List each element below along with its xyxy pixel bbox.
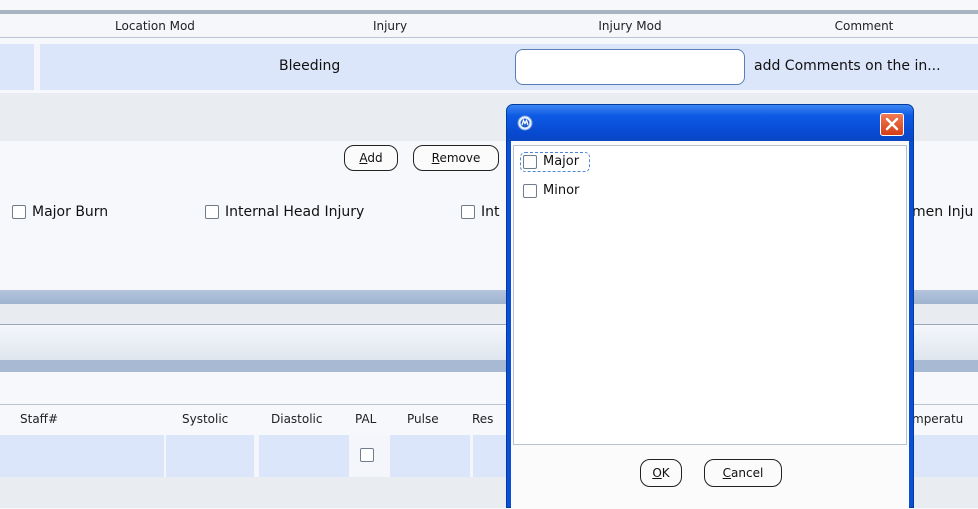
vitals-cell-pal [351,435,387,477]
app-logo-icon [517,115,533,131]
column-header-injury-mod[interactable]: Injury Mod [510,14,750,36]
checkbox-internal-head-injury[interactable]: Internal Head Injury [205,204,364,220]
vitals-cell-staff[interactable] [0,435,166,477]
checkbox-int[interactable]: Int [461,204,500,220]
options-list: Major Minor [513,145,907,445]
checkbox-label: men Inju [912,204,974,220]
injury-table-row[interactable]: Bleeding add Comments on the in... [0,44,978,90]
checkbox-label: Major Burn [32,204,109,220]
ok-label-rest: K [661,466,670,480]
ok-button[interactable]: OK [640,459,682,487]
vitals-header-resp[interactable]: Res [472,412,493,426]
column-header-location-mod[interactable]: Location Mod [40,14,270,36]
comment-value: add Comments on the in... [754,58,941,74]
checkbox-major-burn[interactable]: Major Burn [12,204,108,220]
checkbox-label: Internal Head Injury [225,204,365,220]
remove-label-rest: emove [439,151,481,165]
minor-checkbox[interactable] [523,184,537,198]
injury-mod-field[interactable] [515,49,745,85]
injury-table-header: Location Mod Injury Injury Mod Comment [0,14,978,38]
checkbox-box[interactable] [205,205,219,219]
ok-mnemonic: O [652,466,662,480]
column-header-injury[interactable]: Injury [270,14,510,36]
remove-button[interactable]: Remove [413,145,499,171]
vitals-header-pulse[interactable]: Pulse [407,412,439,426]
checkbox-label: Int [481,204,500,220]
vitals-header-staff[interactable]: Staff# [20,412,58,426]
pal-checkbox[interactable] [360,448,374,462]
injury-value: Bleeding [279,58,341,74]
vitals-header-diastolic[interactable]: Diastolic [271,412,323,426]
vitals-cell-pulse[interactable] [390,435,472,477]
vitals-cell-diastolic[interactable] [259,435,351,477]
checkbox-abdomen-injury-partial[interactable]: men Inju [912,204,973,220]
injury-mod-dialog[interactable]: Major Minor OK Cancel [506,104,914,509]
option-major[interactable]: Major [520,152,590,172]
close-button[interactable] [880,113,904,136]
major-label: Major [543,154,580,169]
checkbox-box[interactable] [12,205,26,219]
cancel-label-rest: ancel [731,466,764,480]
vitals-header-pal[interactable]: PAL [355,412,376,426]
add-button[interactable]: Add [344,145,398,171]
vitals-header-systolic[interactable]: Systolic [182,412,228,426]
minor-label: Minor [543,183,580,198]
row-cell-location-mod[interactable] [40,44,272,90]
row-cell-comment[interactable]: add Comments on the in... [750,44,978,90]
add-label-rest: dd [367,151,383,165]
dialog-body: Major Minor OK Cancel [511,141,909,509]
checkbox-box[interactable] [461,205,475,219]
dialog-title-bar[interactable] [507,105,913,141]
cancel-mnemonic: C [722,466,732,480]
close-icon [885,117,899,131]
row-cell-marker [0,44,36,90]
vitals-cell-temperature[interactable] [910,435,978,477]
vitals-cell-systolic[interactable] [166,435,256,477]
vitals-header-temperature[interactable]: mperatu [912,412,963,426]
row-cell-injury[interactable]: Bleeding [270,44,512,90]
option-minor[interactable]: Minor [520,182,590,202]
cancel-button[interactable]: Cancel [704,459,782,487]
column-header-comment[interactable]: Comment [750,14,978,36]
major-checkbox[interactable] [523,155,537,169]
